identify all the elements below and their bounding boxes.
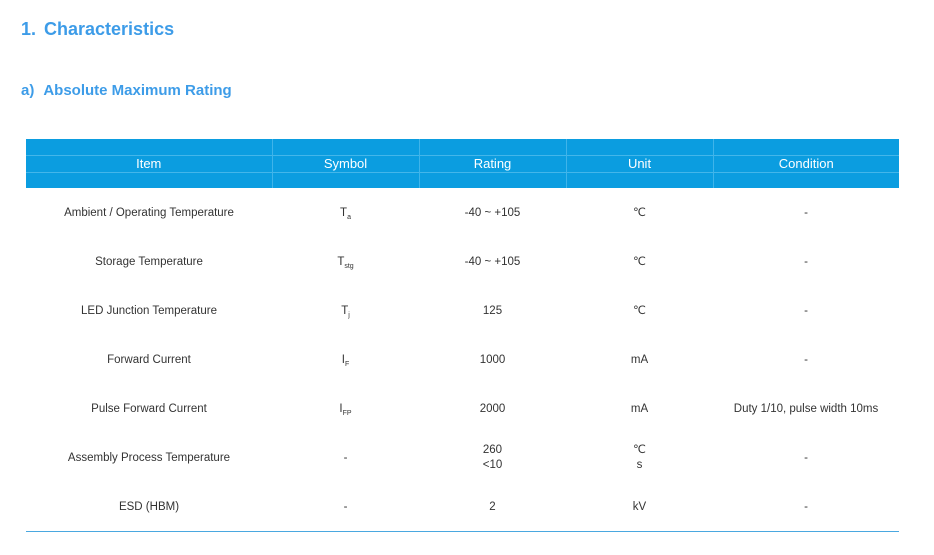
table-row: Pulse Forward Current IFP 2000 mA Duty 1… bbox=[26, 384, 899, 433]
cell-condition: - bbox=[713, 482, 899, 532]
table-row: ESD (HBM) - 2 kV - bbox=[26, 482, 899, 532]
cell-symbol: - bbox=[272, 482, 419, 532]
cell-unit: mA bbox=[630, 353, 649, 366]
section-title-text: Characteristics bbox=[44, 19, 175, 39]
cell-symbol: - bbox=[343, 451, 348, 464]
cell-rating: 125 bbox=[482, 304, 503, 317]
absolute-maximum-rating-table: Item Symbol Rating Unit Condition Ambien… bbox=[26, 139, 899, 532]
cell-unit: ℃ bbox=[633, 206, 646, 219]
cell-condition: Duty 1/10, pulse width 10ms bbox=[733, 402, 879, 415]
cell-rating: -40 ~ +105 bbox=[464, 255, 521, 268]
cell-unit: kV bbox=[566, 482, 713, 532]
cell-item: ESD (HBM) bbox=[26, 482, 272, 532]
cell-rating: 1000 bbox=[479, 353, 506, 366]
cell-condition: - bbox=[804, 304, 808, 317]
column-header-symbol: Symbol bbox=[271, 139, 419, 188]
cell-item: Assembly Process Temperature bbox=[67, 451, 231, 464]
cell-item: Storage Temperature bbox=[95, 255, 203, 268]
table-row: Ambient / Operating Temperature Ta -40 ~… bbox=[26, 188, 899, 237]
cell-unit: mA bbox=[630, 402, 649, 415]
absolute-maximum-rating-table-container: Item Symbol Rating Unit Condition Ambien… bbox=[26, 139, 899, 532]
unit-line: s bbox=[636, 458, 643, 471]
cell-condition: - bbox=[804, 353, 808, 366]
column-header-rating: Rating bbox=[418, 139, 566, 188]
cell-condition: - bbox=[804, 206, 808, 219]
table-row: Assembly Process Temperature - 260 <10 ℃ s… bbox=[26, 433, 899, 482]
cell-symbol: Tstg bbox=[337, 255, 354, 270]
rating-line: 260 bbox=[482, 443, 503, 456]
cell-rating: 2000 bbox=[479, 402, 506, 415]
cell-rating: 260 <10 bbox=[419, 433, 566, 482]
cell-item: Pulse Forward Current bbox=[91, 402, 207, 415]
cell-symbol: Tj bbox=[341, 304, 350, 319]
cell-condition: - bbox=[804, 255, 808, 268]
cell-rating: 2 bbox=[419, 482, 566, 532]
cell-unit: ℃ s bbox=[566, 433, 713, 482]
rating-line: <10 bbox=[482, 458, 503, 471]
subsection-title-text: Absolute Maximum Rating bbox=[43, 82, 232, 99]
column-header-condition: Condition bbox=[712, 139, 899, 188]
subsection-number: a) bbox=[21, 82, 35, 99]
unit-line: ℃ bbox=[633, 443, 646, 456]
section-title: 1. Characteristics bbox=[21, 19, 174, 40]
subsection-title: a) Absolute Maximum Rating bbox=[21, 82, 232, 99]
column-header-item: Item bbox=[26, 139, 272, 188]
table-row: Storage Temperature Tstg -40 ~ +105 ℃ - bbox=[26, 237, 899, 286]
column-header-unit: Unit bbox=[565, 139, 713, 188]
cell-item: LED Junction Temperature bbox=[81, 304, 217, 317]
section-number: 1. bbox=[21, 19, 37, 39]
cell-rating: -40 ~ +105 bbox=[464, 206, 521, 219]
cell-item: Forward Current bbox=[107, 353, 191, 366]
cell-condition: - bbox=[804, 451, 808, 464]
cell-unit: ℃ bbox=[633, 304, 646, 317]
cell-unit: ℃ bbox=[633, 255, 646, 268]
cell-symbol: Ta bbox=[340, 206, 351, 221]
table-row: Forward Current IF 1000 mA - bbox=[26, 335, 899, 384]
table-body: Ambient / Operating Temperature Ta -40 ~… bbox=[26, 188, 899, 532]
table-header: Item Symbol Rating Unit Condition bbox=[26, 139, 899, 188]
cell-symbol: IF bbox=[341, 353, 350, 368]
table-row: LED Junction Temperature Tj 125 ℃ - bbox=[26, 286, 899, 335]
cell-symbol: IFP bbox=[339, 402, 352, 417]
cell-item: Ambient / Operating Temperature bbox=[64, 206, 234, 219]
table-header-row: Item Symbol Rating Unit Condition bbox=[26, 139, 899, 188]
